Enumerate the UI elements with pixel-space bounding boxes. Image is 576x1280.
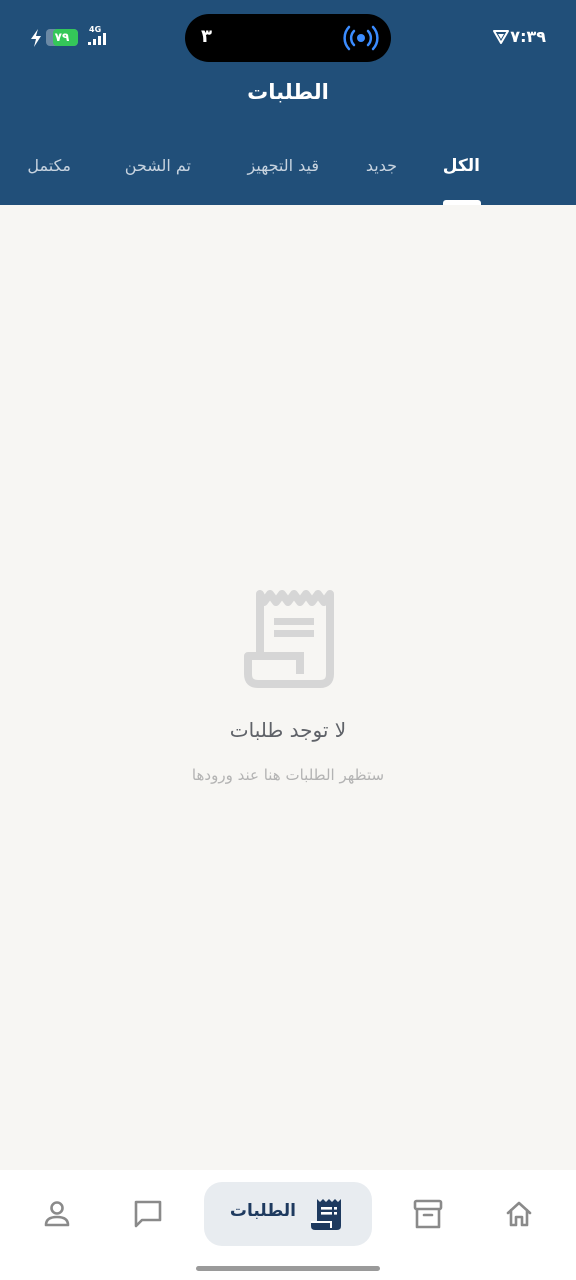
person-icon	[44, 1201, 70, 1227]
island-count: ٣	[201, 26, 212, 47]
nav-archive[interactable]	[404, 1194, 452, 1234]
vpn-shield-icon	[493, 30, 509, 44]
nav-profile[interactable]	[33, 1194, 81, 1234]
battery-indicator: ٧٩	[46, 29, 78, 46]
tab-preparing[interactable]: قيد التجهيز	[248, 156, 319, 175]
charging-bolt-icon	[31, 29, 41, 47]
tab-shipped[interactable]: تم الشحن	[125, 156, 191, 175]
nav-home[interactable]	[495, 1194, 543, 1234]
receipt-icon	[311, 1199, 341, 1230]
home-icon	[506, 1201, 532, 1227]
app-header: ٧:٣٩ ٣ 4G ٧٩ الطلبات الكل جديد قيد التجه…	[0, 0, 576, 205]
receipt-icon	[244, 590, 334, 688]
tab-all[interactable]: الكل	[443, 156, 480, 176]
page-title: الطلبات	[247, 80, 329, 104]
status-time: ٧:٣٩	[510, 27, 546, 46]
dynamic-island[interactable]: ٣	[185, 14, 391, 62]
broadcast-icon	[343, 25, 379, 51]
archive-icon	[413, 1199, 443, 1229]
battery-label: ٧٩	[54, 30, 70, 44]
tab-completed[interactable]: مكتمل	[27, 156, 71, 175]
nav-messages[interactable]	[124, 1194, 172, 1234]
bottom-navigation: الطلبات	[0, 1170, 576, 1280]
home-indicator[interactable]	[196, 1266, 380, 1271]
active-tab-indicator	[443, 200, 481, 205]
chat-icon	[134, 1200, 162, 1228]
tab-new[interactable]: جديد	[366, 156, 397, 175]
nav-orders-label: الطلبات	[229, 1201, 296, 1221]
nav-orders[interactable]: الطلبات	[204, 1182, 372, 1246]
signal-icon	[88, 33, 106, 45]
empty-state-title: لا توجد طلبات	[229, 718, 347, 742]
empty-state-subtitle: ستظهر الطلبات هنا عند ورودها	[191, 766, 385, 784]
